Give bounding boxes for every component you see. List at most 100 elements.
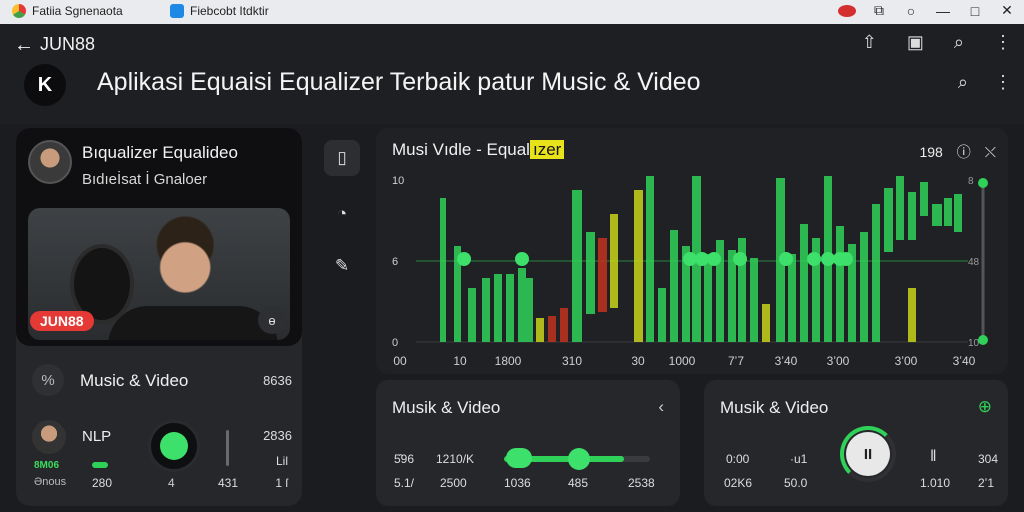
card-text-2: ·u1 — [790, 452, 808, 466]
small-label-g: 1 ſ — [275, 476, 288, 490]
card-text-4: 50.0 — [784, 476, 808, 490]
record-icon[interactable] — [838, 4, 856, 17]
more-icon[interactable]: ⋮ — [994, 32, 1012, 53]
avatar[interactable] — [32, 420, 66, 454]
tab-first-label: Fatiia Sgnenaota — [32, 4, 123, 18]
circle-icon[interactable]: ○ — [902, 3, 920, 19]
eq-bar — [836, 226, 844, 342]
card-text-6: 485 — [568, 476, 589, 490]
search-icon[interactable]: ⌕ — [958, 72, 968, 93]
eq-bar — [788, 254, 796, 342]
window-titlebar: Fatiia Sgnenaota Fiebcobt Itdktir ⧉ ○ — … — [0, 0, 1024, 24]
tab-second[interactable]: Fiebcobt Itdktir — [170, 4, 269, 18]
card-text-6: 304 — [978, 452, 999, 466]
more-icon[interactable]: ⋮ — [994, 72, 1012, 93]
eq-node — [839, 252, 853, 266]
eq-node — [779, 252, 793, 266]
tab-first[interactable]: Fatiia Sgnenaota — [12, 4, 123, 18]
chevron-left-icon[interactable]: ‹ — [658, 397, 664, 417]
eq-bar — [646, 176, 654, 342]
eq-node — [457, 252, 471, 266]
y-tick-label: 10 — [392, 175, 404, 187]
eq-bar — [944, 198, 952, 226]
eq-bar — [896, 176, 904, 240]
profile-title: Bıqualizer Equalideo — [82, 143, 238, 162]
avatar[interactable] — [28, 140, 72, 184]
search-icon[interactable]: ⌕ — [954, 32, 964, 53]
phone-icon[interactable]: ▯ — [324, 140, 360, 176]
eq-bar — [440, 198, 446, 342]
card-text-7: 2ʼ1 — [978, 476, 995, 490]
restore-icon[interactable]: ⧉ — [870, 2, 888, 19]
share-icon[interactable]: ⇧ — [862, 32, 877, 53]
eq-node — [821, 252, 835, 266]
card-text-1: 5̂96 — [394, 452, 415, 466]
x-tick-label: 00 — [393, 354, 407, 368]
equalizer-bars-icon[interactable]: ‖ — [930, 448, 937, 466]
y-tick-label-right: 10 — [968, 338, 980, 349]
maximize-icon[interactable]: □ — [966, 3, 984, 19]
eq-bar — [586, 232, 595, 314]
eq-bar — [670, 230, 678, 342]
eq-bar — [560, 308, 568, 342]
page-title: Aplikasi Equaisi Equalizer Terbaik patur… — [97, 68, 701, 96]
card-text-5: 1.010 — [920, 476, 951, 490]
eq-bar — [518, 268, 526, 342]
eq-bar — [860, 232, 868, 342]
bookmark-icon[interactable]: ▣ — [907, 32, 924, 53]
eq-bar — [908, 288, 916, 342]
card-text-3: 5.1/ — [394, 476, 415, 490]
small-label-c: 4 — [168, 476, 175, 490]
card-text-4: 2500 — [440, 476, 467, 490]
card-title: Musik & Video — [392, 398, 501, 417]
small-label-e: 2836 — [263, 428, 292, 443]
eq-node — [695, 252, 709, 266]
y-tick-label-right: 48 — [968, 257, 980, 268]
x-tick-label: 3ʼ00 — [895, 354, 918, 368]
slider-thumb-right[interactable] — [568, 448, 590, 470]
eq-node — [807, 252, 821, 266]
photo-action-button[interactable]: ɵ — [258, 306, 286, 334]
x-tick-label: 1800 — [495, 354, 522, 368]
minimize-icon[interactable]: — — [934, 3, 952, 19]
x-tick-label: 30 — [631, 354, 645, 368]
x-tick-label: 10 — [453, 354, 467, 368]
equalizer-graph[interactable]: 10608481000 10 1800 310 30 1000 7ʼ7 3ʼ40 3ʼ00 3ʼ0… — [376, 128, 1008, 374]
music-video-label: Music & Video — [80, 371, 189, 390]
photo-shirt — [108, 306, 278, 340]
music-video-card: Musik & Video ‹ 5̂96 1210/K 5.1/ 2500 10… — [376, 380, 680, 506]
tab-second-label: Fiebcobt Itdktir — [190, 4, 269, 18]
eq-bar — [750, 258, 758, 342]
music-video-row[interactable]: % Music & Video 8636 — [30, 362, 292, 398]
nlp-label: NLP — [82, 428, 112, 445]
eq-bar — [800, 224, 808, 342]
eq-bar — [728, 250, 736, 342]
eyedropper-icon[interactable]: ✎ — [324, 248, 360, 284]
volume-knob[interactable] — [148, 420, 200, 472]
x-tick-label: 3ʼ40 — [775, 354, 798, 368]
arrow-left-icon[interactable]: ← — [14, 34, 34, 57]
eq-bar — [634, 190, 643, 342]
eq-side-thumb-bottom — [978, 335, 988, 345]
mixer-row: NLP 8M06 Ənous 280 4 431 2836 Lil 1 ſ — [30, 418, 292, 494]
slider-thumb-left[interactable] — [506, 448, 532, 468]
y-tick-label: 6 — [392, 256, 398, 268]
player-card: Musik & Video ⊕ 0:00 ·u1 02K6 50.0 II ‖ … — [704, 380, 1008, 506]
settings-icon[interactable]: ⊕ — [978, 397, 992, 417]
app-icon — [12, 4, 26, 18]
profile-card: Bıqualizer Equalideo Bıdıeİsat İ Gnaloer… — [16, 128, 302, 506]
gauge-icon[interactable]: ◔ — [324, 196, 360, 232]
pause-button[interactable]: II — [846, 432, 890, 476]
x-tick-label: 310 — [562, 354, 582, 368]
eq-bar — [920, 182, 928, 216]
card-title: Musik & Video — [720, 398, 829, 417]
x-tick-label: 3ʼ40 — [953, 354, 976, 368]
eq-node — [733, 252, 747, 266]
close-icon[interactable]: ✕ — [998, 2, 1016, 19]
eq-bar — [658, 288, 666, 342]
eq-bar — [884, 188, 893, 252]
x-tick-label: 3ʼ00 — [827, 354, 850, 368]
green-tag: 8M06 — [34, 460, 60, 471]
eq-bar — [954, 194, 962, 232]
percent-icon: % — [32, 364, 64, 396]
